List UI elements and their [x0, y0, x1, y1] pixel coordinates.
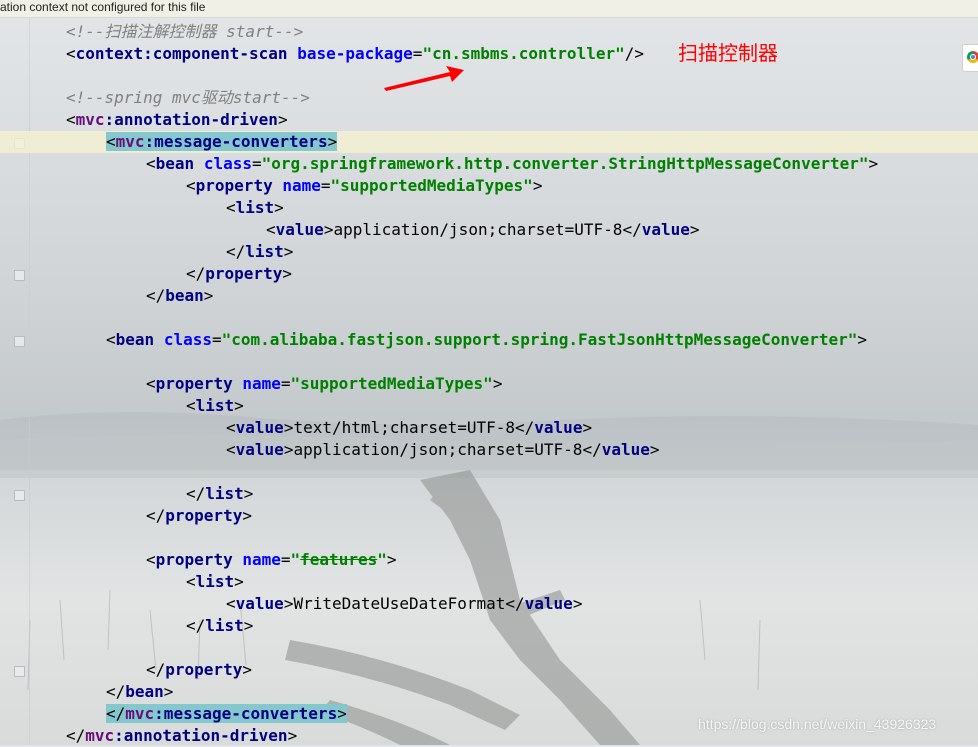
code-line: </property>	[146, 506, 252, 525]
xml-tag: list	[205, 616, 244, 635]
code-comment: <!--扫描注解控制器 start-->	[66, 22, 304, 41]
xml-tag: property	[155, 374, 233, 393]
code-line: <property name="supportedMediaTypes">	[186, 176, 543, 195]
xml-text: WriteDateUseDateFormat	[293, 594, 506, 613]
xml-tag: value	[275, 220, 324, 239]
code-line: </list>	[186, 616, 254, 635]
xml-attribute: name	[242, 374, 281, 393]
code-line: </list>	[226, 242, 294, 261]
code-line: <list>	[186, 396, 244, 415]
xml-attribute: base-package	[297, 44, 413, 63]
xml-tag: list	[205, 484, 244, 503]
xml-tag: value	[601, 440, 650, 459]
browser-preview-button[interactable]	[962, 44, 978, 72]
code-line: <property name="supportedMediaTypes">	[146, 374, 503, 393]
xml-text: application/json;charset=UTF-8	[333, 220, 623, 239]
xml-tag: value	[235, 418, 284, 437]
code-line: <!--扫描注解控制器 start-->	[0, 21, 978, 43]
code-line: <list>	[226, 198, 284, 217]
xml-text: application/json;charset=UTF-8	[293, 440, 583, 459]
xml-tag: value	[235, 594, 284, 613]
xml-namespace: mvc	[115, 132, 145, 151]
notice-text: ation context not configured for this fi…	[0, 0, 206, 14]
xml-tag: property	[155, 550, 233, 569]
xml-attribute: name	[242, 550, 281, 569]
xml-tag: property	[205, 264, 283, 283]
xml-tag: value	[524, 594, 573, 613]
annotation-label: 扫描控制器	[678, 41, 778, 65]
code-line: </property>	[186, 264, 292, 283]
xml-string-deprecated: features	[300, 550, 378, 569]
code-line: <value>text/html;charset=UTF-8</value>	[226, 418, 593, 437]
xml-string: "supportedMediaTypes"	[290, 374, 493, 393]
xml-string-quote: "	[290, 550, 301, 569]
xml-tag: property	[165, 660, 243, 679]
red-arrow-icon	[384, 66, 464, 91]
configuration-notice-bar: ation context not configured for this fi…	[0, 0, 978, 18]
xml-namespace: mvc	[85, 726, 115, 745]
xml-tag: value	[534, 418, 583, 437]
xml-tag: bean	[155, 154, 195, 173]
chrome-icon	[967, 51, 978, 63]
code-line: <!--spring mvc驱动start-->	[0, 87, 978, 109]
watermark: https://blog.csdn.net/weixin_43926323	[698, 716, 937, 732]
code-line: <context:component-scan base-package="cn…	[66, 44, 644, 63]
xml-namespace: mvc	[125, 704, 155, 723]
code-line: <list>	[186, 572, 244, 591]
xml-tag: list	[245, 242, 284, 261]
xml-namespace: mvc	[75, 110, 105, 129]
xml-tag: list	[195, 572, 235, 591]
xml-tag: list	[195, 396, 235, 415]
xml-tag: :message-converters	[144, 132, 328, 151]
xml-tag: bean	[125, 682, 164, 701]
code-line: <value>application/json;charset=UTF-8</v…	[226, 440, 660, 459]
xml-tag: bean	[165, 286, 204, 305]
code-line: </property>	[146, 660, 252, 679]
xml-tag: property	[195, 176, 273, 195]
xml-text: text/html;charset=UTF-8	[293, 418, 516, 437]
xml-string: "org.springframework.http.converter.Stri…	[261, 154, 869, 173]
code-line: <bean class="com.alibaba.fastjson.suppor…	[106, 330, 868, 349]
xml-string-quote: "	[377, 550, 387, 569]
xml-tag: :annotation-driven	[104, 110, 278, 129]
xml-tag: list	[235, 198, 275, 217]
xml-tag: :annotation-driven	[114, 726, 288, 745]
code-line: </bean>	[106, 682, 174, 701]
xml-string: "com.alibaba.fastjson.support.spring.Fas…	[221, 330, 858, 349]
code-line: <property name="features">	[146, 550, 397, 569]
code-line: <value>WriteDateUseDateFormat</value>	[226, 594, 583, 613]
xml-attribute: name	[282, 176, 321, 195]
xml-attribute: class	[163, 330, 212, 349]
xml-tag: property	[165, 506, 243, 525]
xml-tag: value	[641, 220, 690, 239]
code-line: </bean>	[146, 286, 214, 305]
xml-tag: value	[235, 440, 284, 459]
xml-attribute: class	[203, 154, 252, 173]
code-line: </list>	[186, 484, 254, 503]
xml-string: "cn.smbms.controller"	[422, 44, 625, 63]
code-line-current: <mvc:message-converters>	[0, 131, 978, 153]
xml-tag: :message-converters	[154, 704, 338, 723]
xml-tag: bean	[115, 330, 155, 349]
code-line: <mvc:annotation-driven>	[66, 110, 288, 129]
xml-string: "supportedMediaTypes"	[330, 176, 533, 195]
code-comment: <!--spring mvc驱动start-->	[66, 88, 310, 107]
code-line: <value>application/json;charset=UTF-8</v…	[266, 220, 700, 239]
code-line: <bean class="org.springframework.http.co…	[146, 154, 879, 173]
xml-tag: context:component-scan	[75, 44, 288, 63]
